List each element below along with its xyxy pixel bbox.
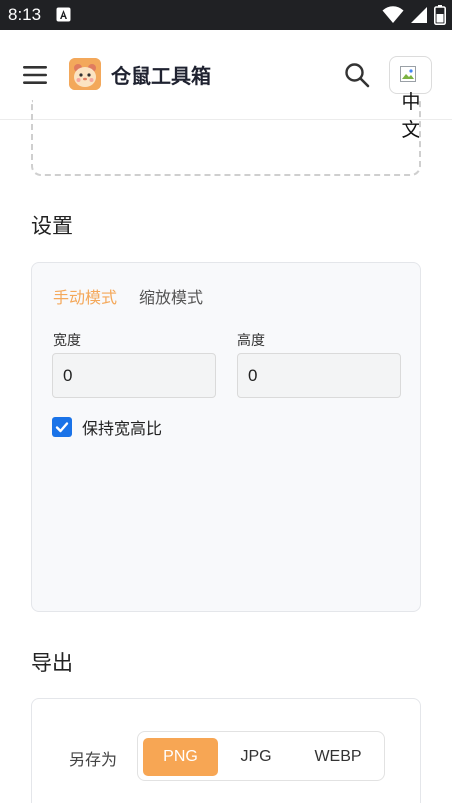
app-title: 仓鼠工具箱 (111, 64, 211, 88)
keep-aspect-ratio-option[interactable]: 保持宽高比 (52, 415, 162, 439)
status-bar: 8:13 (0, 0, 452, 30)
keep-aspect-ratio-checkbox[interactable] (52, 417, 72, 437)
hamster-logo-icon (69, 58, 101, 90)
signal-icon (411, 7, 427, 23)
keep-aspect-ratio-label: 保持宽高比 (82, 419, 163, 438)
image-upload-dropzone[interactable] (31, 100, 421, 176)
settings-section-title: 设置 (31, 214, 73, 238)
settings-card: 手动模式 缩放模式 宽度 高度 保持宽高比 (31, 262, 421, 612)
format-jpg-button[interactable]: JPG (223, 738, 289, 776)
tab-scale-mode[interactable]: 缩放模式 (139, 284, 203, 308)
resize-mode-tabs: 手动模式 缩放模式 (53, 284, 203, 308)
width-label: 宽度 (53, 333, 81, 349)
hamburger-menu-icon[interactable] (20, 61, 50, 89)
width-input[interactable] (52, 353, 216, 398)
wifi-icon (382, 6, 404, 23)
battery-icon (434, 5, 446, 25)
tab-manual-mode[interactable]: 手动模式 (53, 284, 117, 308)
height-input[interactable] (237, 353, 401, 398)
search-icon[interactable] (343, 61, 371, 89)
export-format-selector: PNG JPG WEBP (137, 731, 385, 781)
status-time: 8:13 (8, 5, 42, 24)
system-icons (382, 5, 446, 25)
notification-a-icon (56, 7, 71, 22)
height-label: 高度 (237, 333, 265, 349)
checkmark-icon (55, 422, 69, 433)
format-webp-button[interactable]: WEBP (296, 738, 380, 776)
export-card: 另存为 PNG JPG WEBP (31, 698, 421, 803)
broken-image-icon (400, 66, 416, 82)
language-switch-button[interactable]: 中文 (389, 56, 432, 141)
save-as-label: 另存为 (69, 750, 118, 769)
export-section-title: 导出 (31, 651, 73, 675)
format-png-button[interactable]: PNG (143, 738, 218, 776)
